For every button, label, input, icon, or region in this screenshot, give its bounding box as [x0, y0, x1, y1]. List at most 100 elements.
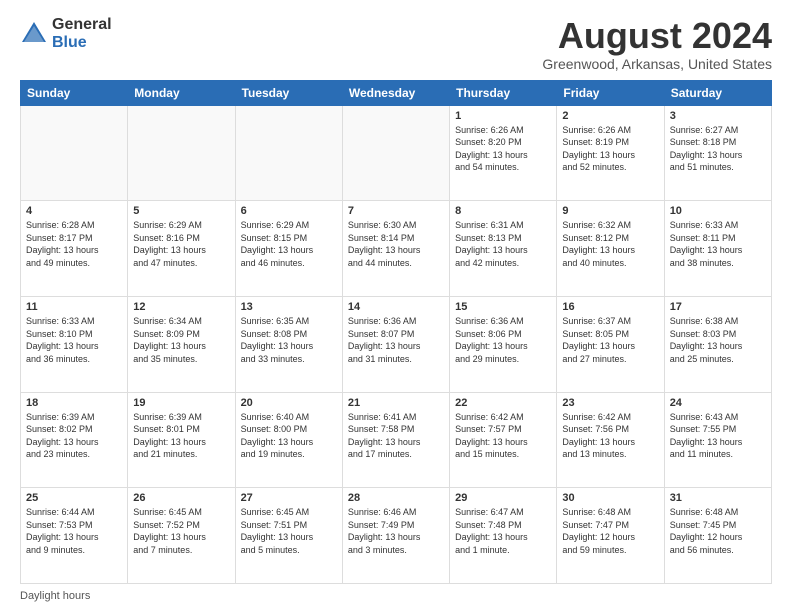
- location: Greenwood, Arkansas, United States: [542, 56, 772, 72]
- calendar-cell: 17 Sunrise: 6:38 AM Sunset: 8:03 PM Dayli…: [664, 296, 771, 392]
- day-info: Sunrise: 6:42 AM Sunset: 7:57 PM Dayligh…: [455, 411, 551, 461]
- weekday-header-tuesday: Tuesday: [235, 80, 342, 105]
- day-info: Sunrise: 6:26 AM Sunset: 8:20 PM Dayligh…: [455, 124, 551, 174]
- day-number: 29: [455, 492, 551, 504]
- day-number: 6: [241, 205, 337, 217]
- calendar-body: 1Sunrise: 6:26 AM Sunset: 8:20 PM Daylig…: [21, 105, 772, 583]
- header: General Blue August 2024 Greenwood, Arka…: [20, 16, 772, 72]
- day-number: 27: [241, 492, 337, 504]
- day-number: 9: [562, 205, 658, 217]
- day-info: Sunrise: 6:40 AM Sunset: 8:00 PM Dayligh…: [241, 411, 337, 461]
- calendar-week-row: 4 Sunrise: 6:28 AM Sunset: 8:17 PM Daylig…: [21, 201, 772, 297]
- day-info: Sunrise: 6:45 AM Sunset: 7:51 PM Dayligh…: [241, 506, 337, 556]
- day-info: Sunrise: 6:38 AM Sunset: 8:03 PM Dayligh…: [670, 315, 766, 365]
- calendar-cell: 26 Sunrise: 6:45 AM Sunset: 7:52 PM Dayli…: [128, 488, 235, 584]
- calendar-cell: 24 Sunrise: 6:43 AM Sunset: 7:55 PM Dayli…: [664, 392, 771, 488]
- calendar-week-row: 25 Sunrise: 6:44 AM Sunset: 7:53 PM Dayli…: [21, 488, 772, 584]
- day-info: Sunrise: 6:31 AM Sunset: 8:13 PM Dayligh…: [455, 219, 551, 269]
- day-info: Sunrise: 6:35 AM Sunset: 8:08 PM Dayligh…: [241, 315, 337, 365]
- day-info: Sunrise: 6:28 AM Sunset: 8:17 PM Dayligh…: [26, 219, 122, 269]
- title-block: August 2024 Greenwood, Arkansas, United …: [542, 16, 772, 72]
- weekday-header-monday: Monday: [128, 80, 235, 105]
- calendar-cell: 21 Sunrise: 6:41 AM Sunset: 7:58 PM Dayli…: [342, 392, 449, 488]
- footer-label: Daylight hours: [20, 590, 90, 602]
- day-info: Sunrise: 6:30 AM Sunset: 8:14 PM Dayligh…: [348, 219, 444, 269]
- calendar-cell: 25 Sunrise: 6:44 AM Sunset: 7:53 PM Dayli…: [21, 488, 128, 584]
- logo: General Blue: [20, 16, 112, 51]
- calendar-cell: 18 Sunrise: 6:39 AM Sunset: 8:02 PM Dayli…: [21, 392, 128, 488]
- weekday-header-thursday: Thursday: [450, 80, 557, 105]
- day-number: 20: [241, 397, 337, 409]
- day-number: 14: [348, 301, 444, 313]
- page: General Blue August 2024 Greenwood, Arka…: [0, 0, 792, 612]
- calendar-cell: 28 Sunrise: 6:46 AM Sunset: 7:49 PM Dayli…: [342, 488, 449, 584]
- calendar-cell: 11 Sunrise: 6:33 AM Sunset: 8:10 PM Dayli…: [21, 296, 128, 392]
- day-info: Sunrise: 6:46 AM Sunset: 7:49 PM Dayligh…: [348, 506, 444, 556]
- day-number: 3: [670, 110, 766, 122]
- day-number: 7: [348, 205, 444, 217]
- weekday-header-row: SundayMondayTuesdayWednesdayThursdayFrid…: [21, 80, 772, 105]
- calendar-cell: 20 Sunrise: 6:40 AM Sunset: 8:00 PM Dayli…: [235, 392, 342, 488]
- day-info: Sunrise: 6:29 AM Sunset: 8:16 PM Dayligh…: [133, 219, 229, 269]
- calendar-week-row: 1Sunrise: 6:26 AM Sunset: 8:20 PM Daylig…: [21, 105, 772, 201]
- day-info: Sunrise: 6:45 AM Sunset: 7:52 PM Dayligh…: [133, 506, 229, 556]
- day-info: Sunrise: 6:34 AM Sunset: 8:09 PM Dayligh…: [133, 315, 229, 365]
- calendar-cell: 2 Sunrise: 6:26 AM Sunset: 8:19 PM Daylig…: [557, 105, 664, 201]
- day-info: Sunrise: 6:47 AM Sunset: 7:48 PM Dayligh…: [455, 506, 551, 556]
- day-number: 30: [562, 492, 658, 504]
- calendar-cell: 15 Sunrise: 6:36 AM Sunset: 8:06 PM Dayli…: [450, 296, 557, 392]
- day-number: 5: [133, 205, 229, 217]
- day-number: 10: [670, 205, 766, 217]
- day-number: 12: [133, 301, 229, 313]
- calendar-header: SundayMondayTuesdayWednesdayThursdayFrid…: [21, 80, 772, 105]
- day-number: 17: [670, 301, 766, 313]
- day-number: 16: [562, 301, 658, 313]
- day-info: Sunrise: 6:26 AM Sunset: 8:19 PM Dayligh…: [562, 124, 658, 174]
- day-number: 4: [26, 205, 122, 217]
- day-number: 15: [455, 301, 551, 313]
- day-number: 21: [348, 397, 444, 409]
- day-info: Sunrise: 6:39 AM Sunset: 8:02 PM Dayligh…: [26, 411, 122, 461]
- day-number: 11: [26, 301, 122, 313]
- calendar-cell: 19Sunrise: 6:39 AM Sunset: 8:01 PM Dayli…: [128, 392, 235, 488]
- day-info: Sunrise: 6:36 AM Sunset: 8:06 PM Dayligh…: [455, 315, 551, 365]
- day-info: Sunrise: 6:32 AM Sunset: 8:12 PM Dayligh…: [562, 219, 658, 269]
- calendar-week-row: 18 Sunrise: 6:39 AM Sunset: 8:02 PM Dayli…: [21, 392, 772, 488]
- logo-blue-label: Blue: [52, 34, 112, 52]
- day-info: Sunrise: 6:48 AM Sunset: 7:45 PM Dayligh…: [670, 506, 766, 556]
- calendar-cell: 30 Sunrise: 6:48 AM Sunset: 7:47 PM Dayli…: [557, 488, 664, 584]
- weekday-header-friday: Friday: [557, 80, 664, 105]
- day-number: 8: [455, 205, 551, 217]
- calendar-cell: 5 Sunrise: 6:29 AM Sunset: 8:16 PM Daylig…: [128, 201, 235, 297]
- day-number: 31: [670, 492, 766, 504]
- calendar-cell: 13 Sunrise: 6:35 AM Sunset: 8:08 PM Dayli…: [235, 296, 342, 392]
- month-title: August 2024: [542, 16, 772, 56]
- logo-general-label: General: [52, 16, 112, 34]
- day-info: Sunrise: 6:37 AM Sunset: 8:05 PM Dayligh…: [562, 315, 658, 365]
- day-info: Sunrise: 6:33 AM Sunset: 8:11 PM Dayligh…: [670, 219, 766, 269]
- day-number: 28: [348, 492, 444, 504]
- day-number: 18: [26, 397, 122, 409]
- day-info: Sunrise: 6:36 AM Sunset: 8:07 PM Dayligh…: [348, 315, 444, 365]
- calendar-cell: 8 Sunrise: 6:31 AM Sunset: 8:13 PM Daylig…: [450, 201, 557, 297]
- calendar-cell: 9 Sunrise: 6:32 AM Sunset: 8:12 PM Daylig…: [557, 201, 664, 297]
- day-info: Sunrise: 6:41 AM Sunset: 7:58 PM Dayligh…: [348, 411, 444, 461]
- day-number: 13: [241, 301, 337, 313]
- day-info: Sunrise: 6:48 AM Sunset: 7:47 PM Dayligh…: [562, 506, 658, 556]
- day-number: 19: [133, 397, 229, 409]
- day-info: Sunrise: 6:33 AM Sunset: 8:10 PM Dayligh…: [26, 315, 122, 365]
- day-info: Sunrise: 6:29 AM Sunset: 8:15 PM Dayligh…: [241, 219, 337, 269]
- calendar-table: SundayMondayTuesdayWednesdayThursdayFrid…: [20, 80, 772, 584]
- calendar-cell: 31 Sunrise: 6:48 AM Sunset: 7:45 PM Dayli…: [664, 488, 771, 584]
- weekday-header-wednesday: Wednesday: [342, 80, 449, 105]
- calendar-cell: 12 Sunrise: 6:34 AM Sunset: 8:09 PM Dayli…: [128, 296, 235, 392]
- calendar-cell: 22Sunrise: 6:42 AM Sunset: 7:57 PM Dayli…: [450, 392, 557, 488]
- day-number: 26: [133, 492, 229, 504]
- day-number: 25: [26, 492, 122, 504]
- calendar-cell: 1Sunrise: 6:26 AM Sunset: 8:20 PM Daylig…: [450, 105, 557, 201]
- day-info: Sunrise: 6:42 AM Sunset: 7:56 PM Dayligh…: [562, 411, 658, 461]
- day-number: 2: [562, 110, 658, 122]
- day-info: Sunrise: 6:43 AM Sunset: 7:55 PM Dayligh…: [670, 411, 766, 461]
- day-info: Sunrise: 6:44 AM Sunset: 7:53 PM Dayligh…: [26, 506, 122, 556]
- day-number: 24: [670, 397, 766, 409]
